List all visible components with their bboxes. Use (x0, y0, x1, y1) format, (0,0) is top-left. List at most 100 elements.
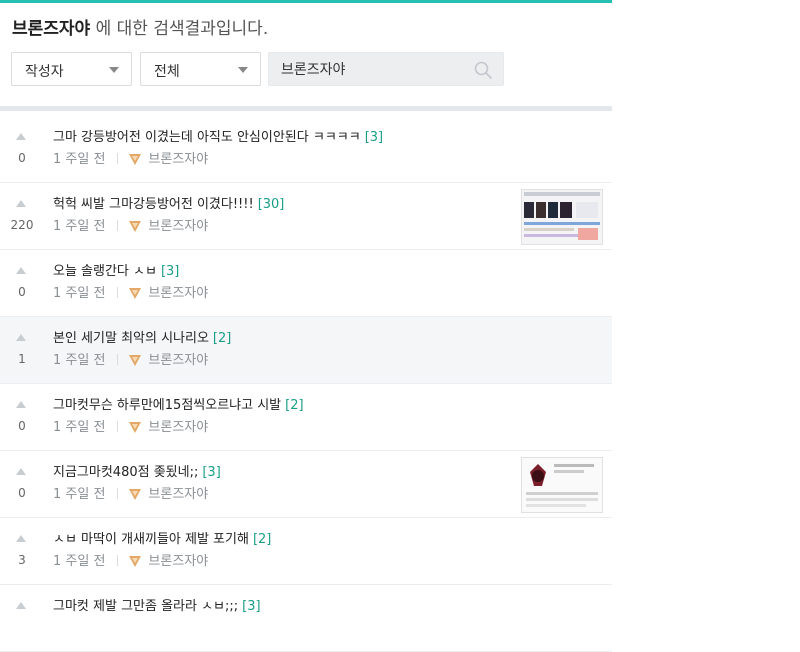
upvote-arrow-icon[interactable] (16, 133, 26, 140)
post-author[interactable]: 브론즈자야 (148, 286, 208, 301)
post-meta: 1 주일 전 브론즈자야 (53, 550, 208, 569)
vote-box: 1 (0, 317, 44, 383)
meta-separator (117, 555, 119, 566)
search-type-dropdown[interactable]: 작성자 (11, 52, 132, 86)
vote-count: 0 (18, 419, 26, 433)
post-meta: 1 주일 전 브론즈자야 (53, 416, 208, 435)
comment-count[interactable]: [30] (258, 197, 285, 212)
post-author[interactable]: 브론즈자야 (148, 420, 208, 435)
post-author[interactable]: 브론즈자야 (148, 353, 208, 368)
post-meta: 1 주일 전 브론즈자야 (53, 215, 208, 234)
post-title-line: 본인 세기말 최악의 시나리오 [2] (53, 327, 231, 346)
post-title[interactable]: ㅅㅂ 마딱이 개새끼들아 제발 포기해 (53, 532, 249, 547)
post-time: 1 주일 전 (53, 554, 106, 569)
post-time: 1 주일 전 (53, 420, 106, 435)
search-icon[interactable] (474, 61, 492, 79)
list-item[interactable]: 0 그마 강등방어전 이겼는데 아직도 안심이안된다 ㅋㅋㅋㅋ [3] 1 주일 전 브… (0, 116, 612, 183)
list-item[interactable]: 0 그마컷무슨 하루만에15점씩오르냐고 시발 [2] 1 주일 전 브론즈자야 (0, 384, 612, 451)
post-title-line: 그마 강등방어전 이겼는데 아직도 안심이안된다 ㅋㅋㅋㅋ [3] (53, 126, 383, 145)
comment-count[interactable]: [3] (365, 130, 383, 145)
vote-box: 0 (0, 116, 44, 182)
post-title[interactable]: 오늘 솔랭간다 ㅅㅂ (53, 264, 157, 279)
post-title[interactable]: 그마컷무슨 하루만에15점씩오르냐고 시발 (53, 398, 281, 413)
post-title-line: 오늘 솔랭간다 ㅅㅂ [3] (53, 260, 179, 279)
post-title[interactable]: 본인 세기말 최악의 시나리오 (53, 331, 209, 346)
comment-count[interactable]: [2] (213, 331, 231, 346)
post-meta: 1 주일 전 브론즈자야 (53, 483, 208, 502)
post-author[interactable]: 브론즈자야 (148, 554, 208, 569)
list-item[interactable]: 1 본인 세기말 최악의 시나리오 [2] 1 주일 전 브론즈자야 (0, 317, 612, 384)
meta-separator (117, 354, 119, 365)
post-thumbnail[interactable] (521, 457, 603, 513)
post-meta: 1 주일 전 브론즈자야 (53, 349, 208, 368)
bronze-tier-icon (129, 489, 142, 500)
upvote-arrow-icon[interactable] (16, 334, 26, 341)
search-results-page: 브론즈자야 에 대한 검색결과입니다. 작성자 전체 0 그마 강등방어전 이겼는… (0, 0, 612, 652)
vote-box: 3 (0, 518, 44, 584)
bronze-tier-icon (129, 355, 142, 366)
meta-separator (117, 421, 119, 432)
post-author[interactable]: 브론즈자야 (148, 487, 208, 502)
search-scope-dropdown[interactable]: 전체 (140, 52, 261, 86)
meta-separator (117, 220, 119, 231)
post-title-line: 헉헉 씨발 그마강등방어전 이겼다!!!! [30] (53, 193, 284, 212)
comment-count[interactable]: [3] (242, 599, 260, 614)
chevron-down-icon (109, 67, 119, 73)
bronze-tier-icon (129, 422, 142, 433)
upvote-arrow-icon[interactable] (16, 535, 26, 542)
search-scope-label: 전체 (154, 64, 180, 80)
post-title[interactable]: 그마컷 제발 그만좀 올라라 ㅅㅂ;;; (53, 599, 238, 614)
comment-count[interactable]: [2] (285, 398, 303, 413)
vote-box: 220 (0, 183, 44, 249)
post-thumbnail[interactable] (521, 189, 603, 245)
vote-box: 0 (0, 384, 44, 450)
post-author[interactable]: 브론즈자야 (148, 219, 208, 234)
post-author[interactable]: 브론즈자야 (148, 152, 208, 167)
search-input[interactable] (281, 59, 461, 79)
bronze-tier-icon (129, 221, 142, 232)
post-title[interactable]: 지금그마컷480점 좆됬네;; (53, 465, 198, 480)
post-title[interactable]: 그마 강등방어전 이겼는데 아직도 안심이안된다 ㅋㅋㅋㅋ (53, 130, 361, 145)
thumbnail-graphic (522, 190, 602, 244)
list-item[interactable]: 220 헉헉 씨발 그마강등방어전 이겼다!!!! [30] 1 주일 전 브론즈자야 (0, 183, 612, 250)
vote-count: 0 (18, 285, 26, 299)
vote-count: 3 (18, 553, 26, 567)
list-item[interactable]: 3 ㅅㅂ 마딱이 개새끼들아 제발 포기해 [2] 1 주일 전 브론즈자야 (0, 518, 612, 585)
vote-count: 0 (18, 151, 26, 165)
search-box (268, 52, 504, 86)
search-type-label: 작성자 (25, 64, 64, 80)
vote-count: 220 (10, 218, 34, 232)
comment-count[interactable]: [2] (253, 532, 271, 547)
search-result-suffix: 에 대한 검색결과입니다. (90, 19, 269, 39)
post-title-line: 그마컷무슨 하루만에15점씩오르냐고 시발 [2] (53, 394, 304, 413)
vote-box: 0 (0, 250, 44, 316)
post-time: 1 주일 전 (53, 487, 106, 502)
upvote-arrow-icon[interactable] (16, 267, 26, 274)
post-time: 1 주일 전 (53, 152, 106, 167)
comment-count[interactable]: [3] (202, 465, 220, 480)
comment-count[interactable]: [3] (161, 264, 179, 279)
vote-count: 0 (18, 486, 26, 500)
chevron-down-icon (238, 67, 248, 73)
bronze-tier-icon (129, 288, 142, 299)
list-item[interactable]: 그마컷 제발 그만좀 올라라 ㅅㅂ;;; [3] (0, 585, 612, 652)
post-meta: 1 주일 전 브론즈자야 (53, 282, 208, 301)
thumbnail-graphic (522, 458, 602, 512)
vote-box (0, 585, 44, 651)
meta-separator (117, 287, 119, 298)
vote-box: 0 (0, 451, 44, 517)
list-item[interactable]: 0 지금그마컷480점 좆됬네;; [3] 1 주일 전 브론즈자야 (0, 451, 612, 518)
list-item[interactable]: 0 오늘 솔랭간다 ㅅㅂ [3] 1 주일 전 브론즈자야 (0, 250, 612, 317)
post-time: 1 주일 전 (53, 286, 106, 301)
search-keyword: 브론즈자야 (12, 19, 91, 39)
list-divider (0, 106, 612, 111)
post-title-line: 지금그마컷480점 좆됬네;; [3] (53, 461, 221, 480)
upvote-arrow-icon[interactable] (16, 401, 26, 408)
post-title[interactable]: 헉헉 씨발 그마강등방어전 이겼다!!!! (53, 197, 254, 212)
upvote-arrow-icon[interactable] (16, 200, 26, 207)
post-title-line: 그마컷 제발 그만좀 올라라 ㅅㅂ;;; [3] (53, 595, 261, 614)
post-list: 0 그마 강등방어전 이겼는데 아직도 안심이안된다 ㅋㅋㅋㅋ [3] 1 주일 전브… (0, 116, 612, 652)
post-time: 1 주일 전 (53, 219, 106, 234)
upvote-arrow-icon[interactable] (16, 468, 26, 475)
top-accent-bar (0, 0, 612, 3)
